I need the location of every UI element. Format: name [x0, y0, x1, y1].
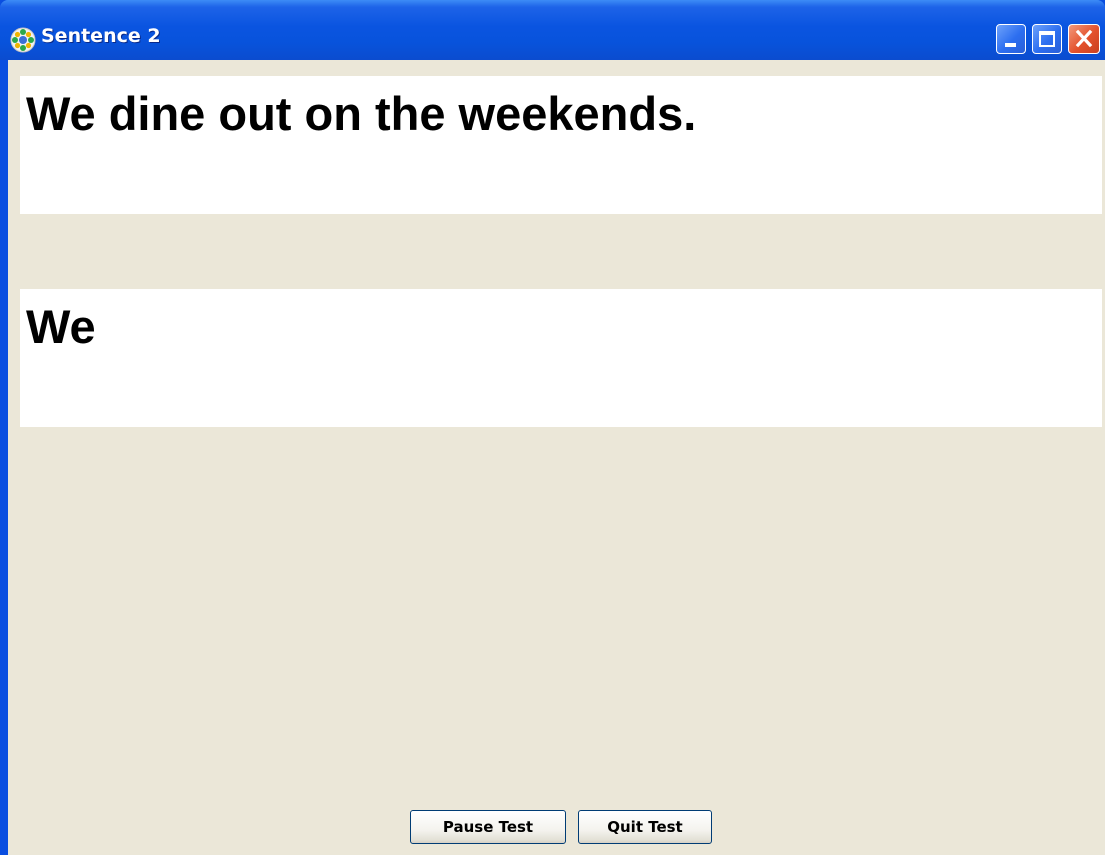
quit-test-button[interactable]: Quit Test [578, 810, 712, 844]
pause-test-button[interactable]: Pause Test [410, 810, 566, 844]
window-title: Sentence 2 [41, 25, 161, 47]
client-area: We dine out on the weekends. We Pause Te… [8, 60, 1105, 855]
title-bar[interactable]: Sentence 2 [0, 0, 1105, 60]
close-button[interactable] [1068, 24, 1100, 54]
maximize-button[interactable] [1032, 24, 1062, 54]
typing-panel[interactable]: We [20, 289, 1102, 427]
minimize-icon [1005, 43, 1016, 47]
minimize-button[interactable] [996, 24, 1026, 54]
target-sentence: We dine out on the weekends. [26, 87, 697, 140]
app-window: Sentence 2 We dine out on the weekends. … [0, 0, 1105, 855]
close-icon [1075, 29, 1093, 48]
target-sentence-panel: We dine out on the weekends. [20, 76, 1102, 214]
gear-flower-icon [10, 27, 36, 53]
button-bar: Pause Test Quit Test [8, 810, 1105, 846]
typed-text[interactable]: We [26, 297, 1096, 357]
maximize-icon [1039, 31, 1055, 47]
